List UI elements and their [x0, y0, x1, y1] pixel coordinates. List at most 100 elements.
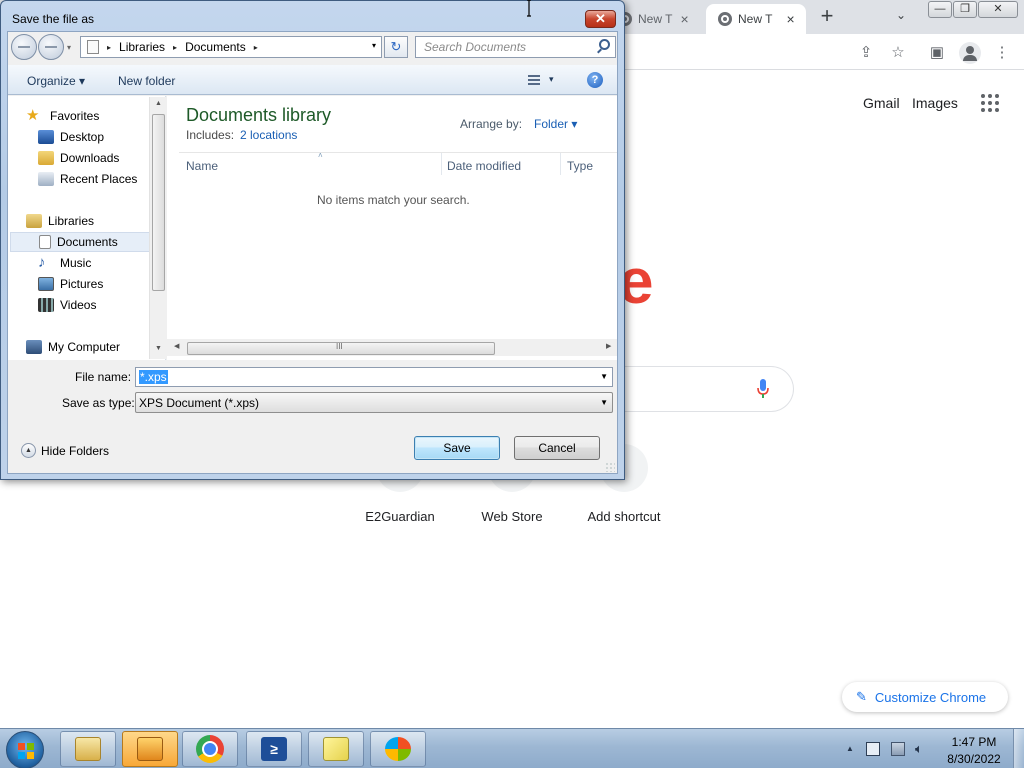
- cancel-button[interactable]: Cancel: [514, 436, 600, 460]
- network-disconnected-icon[interactable]: [891, 742, 905, 756]
- resize-grip-icon[interactable]: [605, 462, 615, 472]
- forward-button[interactable]: [38, 34, 64, 60]
- nav-favorites[interactable]: ★ Favorites: [26, 106, 165, 126]
- show-hidden-icons-button[interactable]: ▲: [846, 744, 854, 753]
- taskbar-windows-update-button[interactable]: [370, 731, 426, 767]
- column-header-date-modified[interactable]: Date modified: [447, 159, 521, 173]
- nav-documents[interactable]: Documents: [10, 232, 150, 252]
- nav-music[interactable]: ♪ Music: [38, 253, 165, 273]
- save-as-type-dropdown-icon[interactable]: ▼: [600, 398, 608, 407]
- scrollbar-thumb[interactable]: [152, 114, 165, 291]
- address-bar[interactable]: ▸ Libraries ▸ Documents ▸ ▾: [80, 36, 382, 58]
- profile-avatar-icon[interactable]: [959, 42, 981, 64]
- breadcrumb-separator-icon[interactable]: ▸: [107, 43, 111, 52]
- tab-close-icon[interactable]: ×: [786, 11, 794, 27]
- taskbar-notes-button[interactable]: [308, 731, 364, 767]
- search-icon[interactable]: [599, 39, 610, 50]
- taskbar-explorer-button[interactable]: [60, 731, 116, 767]
- taskbar-powershell-button[interactable]: ≥: [246, 731, 302, 767]
- volume-speaker-icon[interactable]: 🔈︎: [915, 742, 929, 756]
- dialog-close-button[interactable]: ✕: [585, 10, 616, 28]
- organize-button[interactable]: Organize ▾: [27, 74, 85, 88]
- recent-pages-dropdown[interactable]: ▾: [67, 43, 71, 52]
- tab-close-icon[interactable]: ×: [680, 11, 688, 27]
- chrome-icon: [196, 735, 224, 763]
- microphone-icon[interactable]: [756, 378, 770, 400]
- desktop-icon: [38, 130, 54, 144]
- views-dropdown-button[interactable]: ▾: [549, 74, 554, 85]
- nav-label: Recent Places: [60, 172, 138, 186]
- file-name-dropdown-icon[interactable]: ▼: [600, 372, 608, 381]
- breadcrumb-documents[interactable]: Documents: [185, 40, 246, 54]
- minimize-button[interactable]: —: [928, 1, 952, 18]
- customize-chrome-button[interactable]: ✎ Customize Chrome: [842, 682, 1008, 712]
- windows-logo-icon: [18, 743, 34, 759]
- nav-my-computer[interactable]: My Computer: [26, 337, 165, 357]
- nav-desktop[interactable]: Desktop: [38, 127, 165, 147]
- shortcut-label-add-shortcut[interactable]: Add shortcut: [564, 509, 684, 524]
- show-desktop-button[interactable]: [1013, 729, 1024, 768]
- new-folder-button[interactable]: New folder: [118, 74, 175, 88]
- breadcrumb-separator-icon[interactable]: ▸: [173, 43, 177, 52]
- save-as-type-value: XPS Document (*.xps): [139, 396, 260, 410]
- file-name-input[interactable]: *.xps ▼: [135, 367, 613, 387]
- nav-label: My Computer: [48, 340, 121, 354]
- library-locations-link[interactable]: 2 locations: [240, 128, 297, 142]
- breadcrumb-libraries[interactable]: Libraries: [119, 40, 165, 54]
- tab-new-tab-2[interactable]: New T ×: [706, 4, 806, 34]
- taskbar-chrome-button[interactable]: [182, 731, 238, 767]
- file-name-value[interactable]: *.xps: [139, 370, 168, 384]
- clock-date[interactable]: 8/30/2022: [936, 752, 1012, 766]
- gmail-link[interactable]: Gmail: [863, 95, 900, 111]
- tab-search-button[interactable]: ⌄: [896, 8, 906, 22]
- column-header-type[interactable]: Type: [567, 159, 593, 173]
- hide-folders-button[interactable]: ▲ Hide Folders: [21, 443, 109, 458]
- column-divider[interactable]: [441, 153, 442, 175]
- nav-pane-scrollbar[interactable]: ▲ ▼: [149, 97, 166, 359]
- action-center-flag-icon[interactable]: [866, 742, 880, 756]
- navigation-pane: ★ Favorites Desktop Downloads Recent Pla…: [8, 96, 166, 360]
- chrome-menu-icon[interactable]: ⋮: [992, 43, 1012, 63]
- share-icon[interactable]: ⇪: [856, 43, 876, 63]
- back-button[interactable]: [11, 34, 37, 60]
- file-name-label: File name:: [75, 370, 132, 384]
- maximize-button[interactable]: ❐: [953, 1, 977, 18]
- taskbar-media-player-button[interactable]: [122, 731, 178, 767]
- media-player-icon: [137, 737, 163, 761]
- arrange-by-dropdown[interactable]: Folder ▾: [534, 117, 577, 131]
- scroll-down-arrow-icon[interactable]: ▼: [155, 345, 162, 352]
- nav-videos[interactable]: Videos: [38, 295, 165, 315]
- column-header-name[interactable]: Name: [186, 159, 218, 173]
- nav-downloads[interactable]: Downloads: [38, 148, 165, 168]
- help-icon[interactable]: ?: [587, 72, 603, 88]
- shortcut-label-e2guardian[interactable]: E2Guardian: [340, 509, 460, 524]
- new-tab-button[interactable]: +: [815, 5, 839, 29]
- save-as-type-select[interactable]: XPS Document (*.xps) ▼: [135, 392, 613, 413]
- nav-recent-places[interactable]: Recent Places: [38, 169, 165, 189]
- nav-label: Desktop: [60, 130, 105, 144]
- scroll-left-arrow-icon[interactable]: ◀: [174, 342, 179, 350]
- clock-time[interactable]: 1:47 PM: [936, 735, 1012, 749]
- breadcrumb-separator-icon[interactable]: ▸: [254, 43, 258, 52]
- google-apps-icon[interactable]: [981, 94, 999, 112]
- address-dropdown-icon[interactable]: ▾: [372, 41, 376, 50]
- side-panel-icon[interactable]: ▣: [927, 43, 947, 63]
- tab-new-tab-1[interactable]: New T ×: [618, 4, 706, 34]
- file-list-hscrollbar[interactable]: ◀ III ▶: [167, 339, 617, 356]
- search-documents-input[interactable]: Search Documents: [415, 36, 616, 58]
- start-button[interactable]: [6, 731, 44, 768]
- bookmark-star-icon[interactable]: ☆: [888, 43, 908, 63]
- column-divider[interactable]: [560, 153, 561, 175]
- nav-libraries[interactable]: Libraries: [26, 211, 165, 231]
- scroll-up-arrow-icon[interactable]: ▲: [155, 100, 162, 107]
- images-link[interactable]: Images: [912, 95, 958, 111]
- recent-places-icon: [38, 172, 54, 186]
- refresh-button[interactable]: ↻: [384, 36, 408, 58]
- change-view-icon[interactable]: [524, 75, 540, 87]
- window-close-button[interactable]: ✕: [978, 1, 1018, 18]
- scroll-right-arrow-icon[interactable]: ▶: [606, 342, 611, 350]
- save-button[interactable]: Save: [414, 436, 500, 460]
- shortcut-label-web-store[interactable]: Web Store: [452, 509, 572, 524]
- sort-ascending-icon: ˄: [318, 151, 323, 160]
- nav-pictures[interactable]: Pictures: [38, 274, 165, 294]
